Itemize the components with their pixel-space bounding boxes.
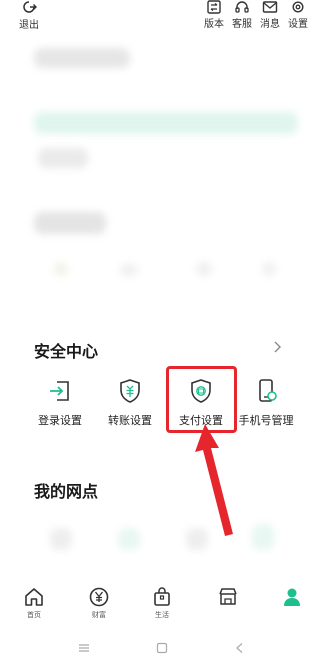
chevron-right-icon[interactable]	[272, 340, 282, 354]
mail-icon	[262, 1, 278, 13]
nav-home-label: 首页	[27, 611, 41, 619]
home-square-icon[interactable]	[156, 642, 168, 654]
customer-service-label: 客服	[232, 19, 252, 30]
menu-icon[interactable]	[78, 642, 90, 654]
blurred-outlet-4	[252, 524, 274, 550]
settings-label: 设置	[288, 19, 308, 30]
blurred-outlet-1	[50, 528, 72, 550]
blurred-section-label	[34, 212, 106, 234]
nav-life-label: 生活	[155, 611, 169, 619]
transfer-shield-icon	[120, 379, 140, 403]
headset-icon	[235, 1, 249, 13]
blurred-stat-3	[196, 262, 212, 276]
yen-icon	[89, 587, 109, 607]
back-icon[interactable]	[234, 642, 246, 654]
blurred-account-detail	[38, 148, 88, 168]
nav-wealth-label: 财富	[92, 611, 106, 619]
version-label: 版本	[204, 19, 224, 30]
system-navigation-bar	[0, 636, 322, 660]
version-button[interactable]: 版本	[200, 0, 228, 30]
messages-label: 消息	[260, 19, 280, 30]
customer-service-button[interactable]: 客服	[228, 0, 256, 30]
version-icon	[207, 0, 221, 14]
nav-home[interactable]: 首页	[9, 586, 59, 620]
bottom-navigation: 首页 财富 生活	[0, 586, 322, 630]
nav-store[interactable]	[203, 586, 253, 610]
blurred-stat-4	[262, 262, 276, 276]
home-icon	[25, 588, 43, 606]
phone-icon	[259, 379, 277, 402]
settings-button[interactable]: 设置	[284, 0, 312, 30]
nav-life[interactable]: 生活	[137, 586, 187, 620]
red-pointer-arrow	[195, 424, 233, 536]
top-bar: 退出 版本 客服 消息 设置	[0, 0, 322, 36]
messages-button[interactable]: 消息	[256, 0, 284, 30]
logout-button[interactable]: 退出	[14, 0, 44, 31]
nav-wealth[interactable]: 财富	[74, 586, 124, 620]
login-settings-label: 登录设置	[38, 414, 82, 427]
blurred-stat-2	[120, 264, 138, 276]
transfer-settings-item[interactable]: 转账设置	[96, 378, 164, 428]
logout-icon	[23, 1, 37, 13]
blurred-stat-1	[54, 262, 68, 276]
login-settings-item[interactable]: 登录设置	[26, 378, 94, 428]
nav-profile[interactable]	[267, 586, 317, 610]
transfer-settings-label: 转账设置	[108, 414, 152, 427]
user-icon	[284, 588, 300, 606]
blurred-outlet-3	[186, 528, 208, 550]
login-icon	[50, 381, 69, 401]
store-icon	[219, 588, 237, 605]
gear-icon	[292, 1, 304, 13]
blurred-account-banner	[34, 112, 298, 134]
blurred-outlet-2	[118, 528, 140, 550]
security-center-title: 安全中心	[34, 342, 99, 361]
logout-label: 退出	[19, 20, 39, 31]
bag-icon	[154, 587, 170, 606]
blurred-account-name	[34, 48, 130, 68]
my-outlets-title: 我的网点	[34, 482, 99, 501]
